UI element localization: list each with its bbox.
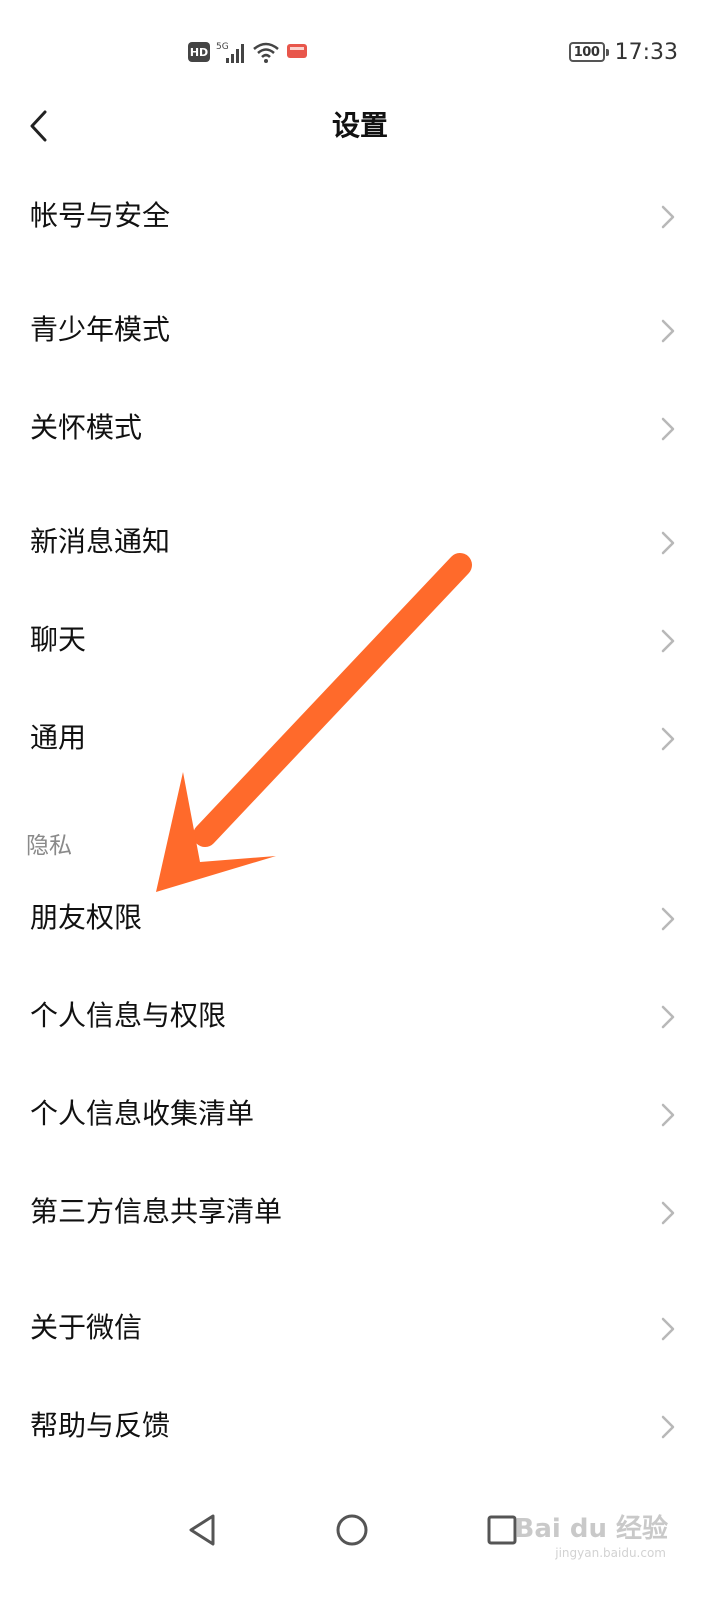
status-right: 100 17:33 <box>568 36 678 68</box>
settings-item-account-security[interactable]: 帐号与安全 <box>0 168 720 264</box>
triangle-back-icon <box>189 1514 215 1546</box>
settings-item-label: 聊天 <box>30 623 87 656</box>
signal-5g-icon: 5G <box>216 42 244 63</box>
settings-item-label: 关怀模式 <box>30 411 143 444</box>
wifi-icon <box>253 42 279 63</box>
settings-item-third-party-sharing-list[interactable]: 第三方信息共享清单 <box>0 1164 720 1260</box>
settings-item-about-wechat[interactable]: 关于微信 <box>0 1280 720 1376</box>
page-title: 设置 <box>331 109 388 142</box>
hd-badge: HD <box>188 42 210 62</box>
chevron-right-icon <box>661 417 675 441</box>
settings-item-general[interactable]: 通用 <box>0 690 720 786</box>
settings-item-new-message-notifications[interactable]: 新消息通知 <box>0 494 720 590</box>
clock: 17:33 <box>614 39 678 65</box>
title-bar: 设置 <box>0 98 720 154</box>
settings-item-label: 青少年模式 <box>30 313 171 346</box>
chevron-right-icon <box>661 1415 675 1439</box>
section-header-privacy: 隐私 <box>26 833 72 859</box>
settings-item-personal-info-collection-list[interactable]: 个人信息收集清单 <box>0 1066 720 1162</box>
notification-icon <box>287 44 307 58</box>
battery-icon: 100 <box>568 42 609 62</box>
settings-item-friend-permissions[interactable]: 朋友权限 <box>0 870 720 966</box>
chevron-right-icon <box>661 1201 675 1225</box>
settings-item-personal-info-permissions[interactable]: 个人信息与权限 <box>0 968 720 1064</box>
nav-home-button[interactable] <box>322 1500 382 1560</box>
settings-item-label: 帮助与反馈 <box>30 1409 171 1442</box>
settings-item-label: 个人信息与权限 <box>30 999 227 1032</box>
baidu-jingyan-watermark: Bai du 经验 <box>514 1514 669 1544</box>
circle-home-icon <box>336 1514 368 1546</box>
settings-item-teen-mode[interactable]: 青少年模式 <box>0 282 720 378</box>
chevron-right-icon <box>661 1005 675 1029</box>
chevron-right-icon <box>661 1103 675 1127</box>
settings-item-label: 关于微信 <box>30 1311 143 1344</box>
chevron-right-icon <box>661 1317 675 1341</box>
settings-item-care-mode[interactable]: 关怀模式 <box>0 380 720 476</box>
settings-item-label: 帐号与安全 <box>30 199 171 232</box>
status-bar: HD 5G 100 17:33 <box>0 0 720 100</box>
chevron-right-icon <box>661 907 675 931</box>
settings-item-label: 第三方信息共享清单 <box>30 1195 283 1228</box>
settings-item-help-feedback[interactable]: 帮助与反馈 <box>0 1378 720 1474</box>
chevron-right-icon <box>661 319 675 343</box>
settings-item-label: 通用 <box>30 721 87 754</box>
network-label: 5G <box>216 42 229 52</box>
chevron-right-icon <box>661 205 675 229</box>
nav-back-button[interactable] <box>172 1500 232 1560</box>
settings-item-chat[interactable]: 聊天 <box>0 592 720 688</box>
chevron-right-icon <box>661 531 675 555</box>
chevron-right-icon <box>661 629 675 653</box>
chevron-right-icon <box>661 727 675 751</box>
settings-item-label: 朋友权限 <box>30 901 143 934</box>
status-icons: HD 5G <box>188 38 308 66</box>
settings-item-label: 新消息通知 <box>30 525 171 558</box>
settings-item-label: 个人信息收集清单 <box>30 1097 255 1130</box>
watermark-subtext: jingyan.baidu.com <box>555 1546 666 1560</box>
